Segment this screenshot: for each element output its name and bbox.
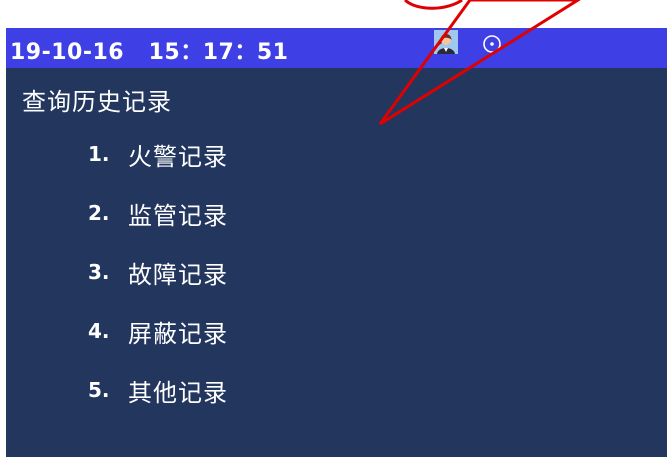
menu-item-number: 2. [88,201,110,225]
menu-item-label: 火警记录 [128,142,228,171]
menu-item-label: 故障记录 [128,260,228,289]
menu-item-other-records[interactable]: 5. 其他记录 [88,370,228,410]
user-avatar-icon[interactable] [434,30,458,54]
menu-item-shield-records[interactable]: 4. 屏蔽记录 [88,311,228,351]
device-screen: 19-10-16 15：17：51 查询历史记录 1. 火警记录 2. 监管记录… [6,28,667,457]
date-time-display: 19-10-16 15：17：51 [10,40,289,65]
circle-dot-icon [483,35,501,53]
page-title: 查询历史记录 [22,88,172,116]
menu-item-number: 1. [88,142,110,166]
menu-item-fault-records[interactable]: 3. 故障记录 [88,252,228,292]
menu-item-label: 屏蔽记录 [128,319,228,348]
menu-item-supervision-records[interactable]: 2. 监管记录 [88,193,228,233]
menu-item-fire-alarm-records[interactable]: 1. 火警记录 [88,134,228,174]
menu-item-number: 3. [88,260,110,284]
status-bar: 19-10-16 15：17：51 [6,28,667,68]
menu-item-label: 其他记录 [128,378,228,407]
menu-item-number: 5. [88,378,110,402]
menu-item-number: 4. [88,319,110,343]
menu-item-label: 监管记录 [128,201,228,230]
